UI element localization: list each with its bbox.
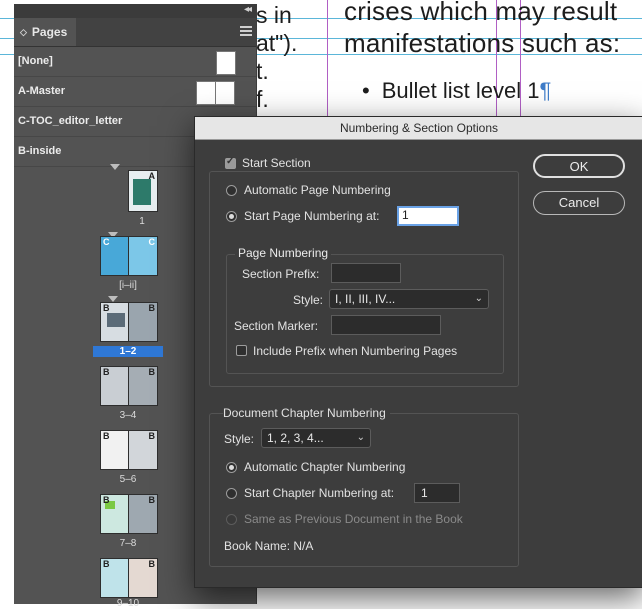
current-page-indicator: [110, 164, 120, 170]
page-style-value: I, II, III, IV...: [335, 292, 396, 306]
collapse-icon[interactable]: ◂◂: [244, 4, 252, 15]
master-label: C-TOC_editor_letter: [18, 115, 123, 127]
page-thumbnail[interactable]: B: [100, 430, 130, 470]
page-thumbnail[interactable]: B: [128, 494, 158, 534]
chevron-down-icon: ⌄: [356, 432, 365, 443]
master-letter: B: [103, 431, 110, 441]
master-letter: B: [103, 495, 110, 505]
panel-topbar[interactable]: ◂◂: [14, 4, 256, 18]
start-section-label: Start Section: [242, 156, 315, 170]
cancel-button[interactable]: Cancel: [533, 191, 625, 215]
start-chapter-numbering-label: Start Chapter Numbering at:: [244, 486, 395, 500]
section-marker-label: Section Marker:: [234, 319, 319, 333]
page-thumbnail[interactable]: C: [100, 236, 130, 276]
page-numbering-group-label: Page Numbering: [235, 246, 332, 260]
page-thumbnail[interactable]: B: [100, 558, 130, 598]
master-label: B-inside: [18, 145, 62, 157]
page-thumbnail[interactable]: B: [100, 366, 130, 406]
ok-button[interactable]: OK: [533, 154, 625, 178]
spread-label-selected: 1–2: [93, 346, 163, 357]
document-text-line: manifestations such as:: [344, 28, 621, 58]
document-fragment: s in: [256, 2, 292, 28]
master-letter: A: [148, 171, 156, 181]
master-item-a-master[interactable]: A-Master: [14, 77, 256, 107]
panel-header: ◇ Pages: [14, 18, 256, 47]
include-prefix-checkbox[interactable]: [236, 345, 247, 356]
master-letter: B: [148, 559, 156, 569]
section-prefix-input[interactable]: [331, 263, 401, 283]
section-prefix-label: Section Prefix:: [242, 267, 320, 281]
panel-menu-icon[interactable]: [240, 26, 252, 38]
chapter-style-value: 1, 2, 3, 4...: [267, 431, 324, 445]
master-thumbnail: [215, 81, 235, 105]
page-thumbnail[interactable]: C: [128, 236, 158, 276]
page-thumbnail[interactable]: B: [100, 302, 130, 342]
numbering-section-dialog: Numbering & Section Options Start Sectio…: [194, 116, 642, 588]
page-thumbnail[interactable]: B: [128, 558, 158, 598]
tab-pages[interactable]: ◇ Pages: [14, 18, 76, 46]
document-text-line: crises which may result: [344, 0, 618, 26]
master-letter: B: [103, 303, 110, 313]
same-as-previous-label: Same as Previous Document in the Book: [244, 512, 463, 526]
document-fragment: f.: [256, 86, 269, 112]
page-thumbnail[interactable]: A: [128, 170, 158, 212]
start-page-numbering-radio[interactable]: [226, 211, 237, 222]
document-fragment: at").: [256, 30, 298, 56]
style-label: Style:: [293, 293, 324, 307]
auto-chapter-numbering-radio[interactable]: [226, 462, 237, 473]
bullet-item: • Bullet list level 1¶: [362, 78, 552, 103]
include-prefix-label: Include Prefix when Numbering Pages: [253, 344, 458, 358]
spread-label: 1: [139, 216, 145, 227]
master-thumbnail: [216, 51, 236, 75]
dialog-title[interactable]: Numbering & Section Options: [195, 117, 642, 140]
start-section-checkbox[interactable]: [225, 156, 236, 169]
pilcrow-mark: ¶: [539, 78, 552, 103]
auto-page-numbering-label: Automatic Page Numbering: [244, 183, 391, 197]
master-letter: C: [148, 237, 156, 247]
chevron-down-icon: ⌄: [474, 293, 483, 304]
master-letter: B: [148, 431, 156, 441]
start-page-number-input[interactable]: 1: [397, 206, 459, 226]
master-letter: B: [103, 559, 110, 569]
master-label: A-Master: [18, 85, 66, 97]
document-fragment: t.: [256, 58, 269, 84]
start-page-numbering-label: Start Page Numbering at:: [244, 209, 380, 223]
master-letter: B: [103, 367, 110, 377]
chapter-style-label: Style:: [224, 432, 255, 446]
master-thumbnail: [196, 81, 216, 105]
master-letter: C: [103, 237, 110, 247]
margin-guide: [327, 0, 328, 116]
spread-label: 5–6: [119, 474, 137, 485]
same-as-previous-radio[interactable]: [226, 514, 237, 525]
master-label: [None]: [18, 55, 53, 67]
master-letter: B: [148, 303, 156, 313]
chapter-numbering-group-label: Document Chapter Numbering: [223, 406, 390, 420]
master-letter: B: [148, 495, 156, 505]
expand-collapse-icon: ◇: [20, 26, 27, 37]
master-item-none[interactable]: [None]: [14, 47, 256, 77]
page-thumbnail[interactable]: B: [128, 430, 158, 470]
page-thumbnail[interactable]: B: [100, 494, 130, 534]
start-chapter-numbering-radio[interactable]: [226, 488, 237, 499]
bullet-text: Bullet list level 1: [381, 78, 540, 103]
page-style-select[interactable]: I, II, III, IV... ⌄: [329, 289, 489, 309]
page-thumbnail[interactable]: B: [128, 366, 158, 406]
spread-label: 3–4: [119, 410, 137, 421]
spread-label: [i–ii]: [119, 280, 137, 291]
auto-chapter-numbering-label: Automatic Chapter Numbering: [244, 460, 406, 474]
section-marker-input[interactable]: [331, 315, 441, 335]
master-letter: B: [148, 367, 156, 377]
start-chapter-number-input[interactable]: 1: [414, 483, 460, 503]
page-thumbnail[interactable]: B: [128, 302, 158, 342]
spread-label: 7–8: [119, 538, 137, 549]
auto-page-numbering-radio[interactable]: [226, 185, 237, 196]
book-name-label: Book Name: N/A: [224, 539, 314, 553]
tab-pages-label: Pages: [31, 25, 68, 39]
chapter-style-select[interactable]: 1, 2, 3, 4... ⌄: [261, 428, 371, 448]
